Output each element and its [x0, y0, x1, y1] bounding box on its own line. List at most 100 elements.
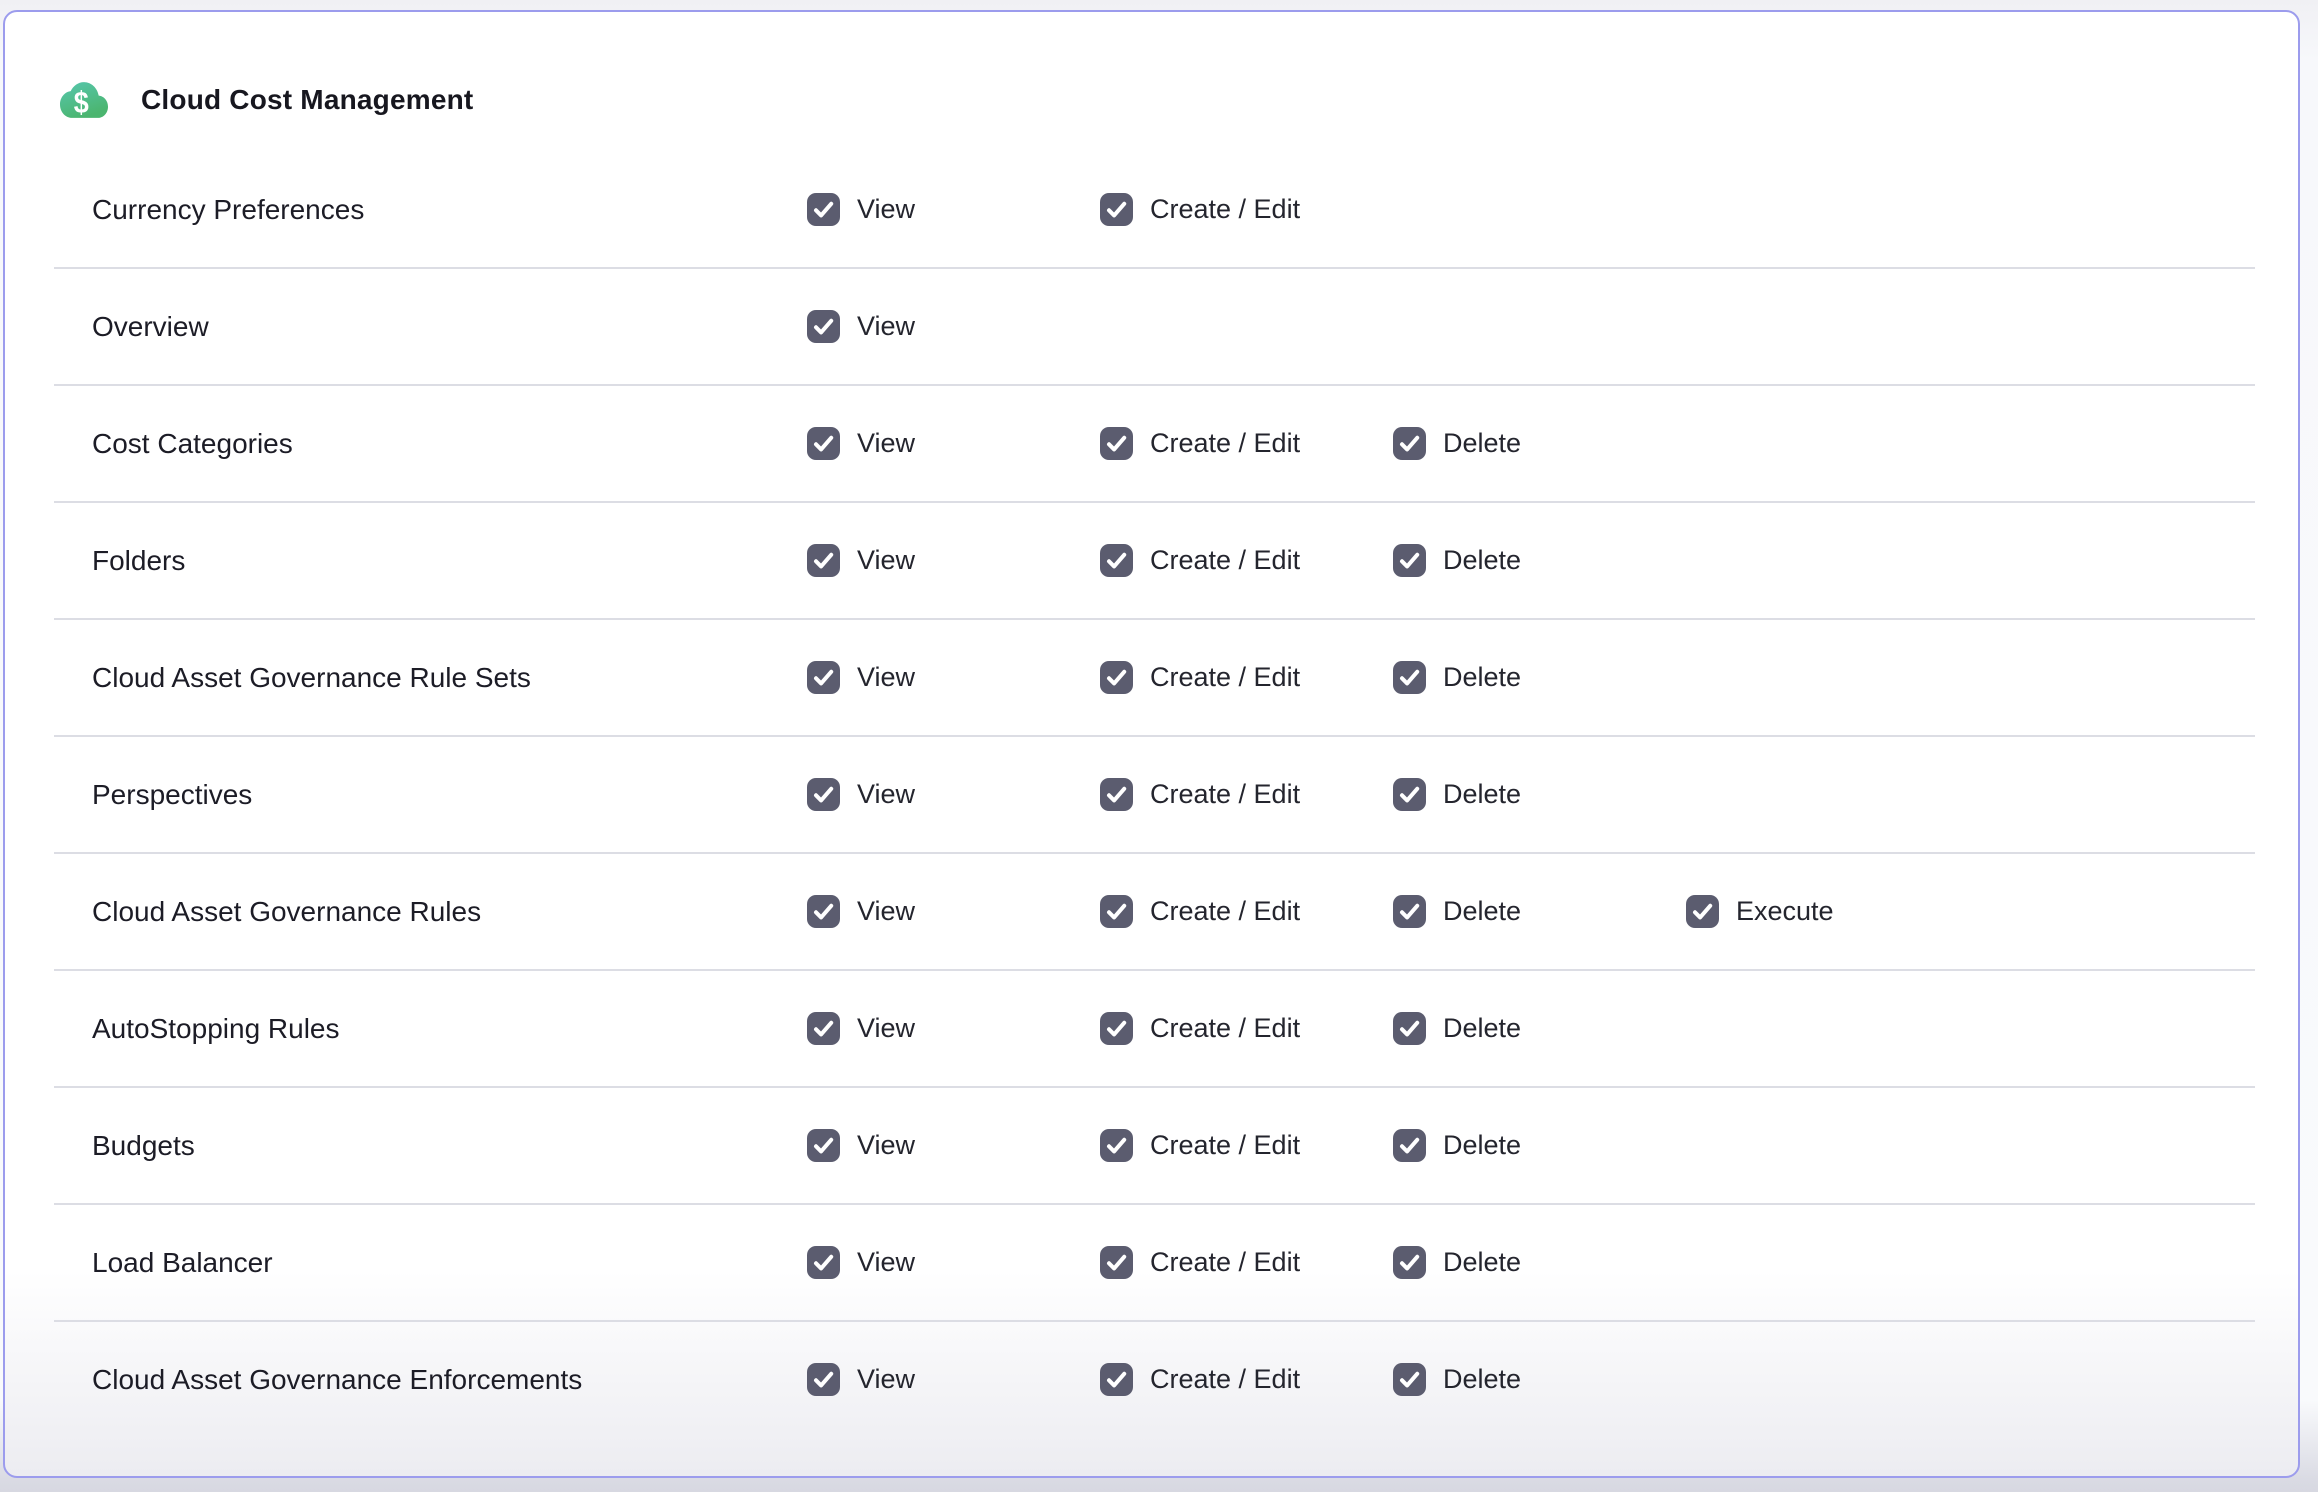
checkbox-checked-icon[interactable] — [807, 310, 840, 343]
checkbox-checked-icon[interactable] — [1393, 895, 1426, 928]
resource-label: Cloud Asset Governance Rules — [92, 896, 807, 928]
resource-label: Cost Categories — [92, 428, 807, 460]
permission-label: View — [857, 1013, 915, 1044]
permission-row: Currency PreferencesViewCreate / Edit — [54, 152, 2255, 269]
permission-create_edit-checkbox[interactable]: Create / Edit — [1100, 661, 1393, 694]
checkbox-checked-icon[interactable] — [1100, 193, 1133, 226]
permission-row: Budgets View Create / Edit Delete — [54, 1088, 2255, 1205]
permission-label: View — [857, 428, 915, 459]
checkbox-checked-icon[interactable] — [1686, 895, 1719, 928]
permission-delete-checkbox[interactable]: Delete — [1393, 778, 1686, 811]
checkbox-checked-icon[interactable] — [1100, 1012, 1133, 1045]
checkbox-checked-icon[interactable] — [807, 661, 840, 694]
permission-delete-checkbox[interactable]: Delete — [1393, 544, 1686, 577]
permission-view-checkbox[interactable]: View — [807, 778, 1100, 811]
checkbox-checked-icon[interactable] — [807, 427, 840, 460]
permission-label: Create / Edit — [1150, 1364, 1300, 1395]
checkbox-checked-icon[interactable] — [1100, 1246, 1133, 1279]
permission-row: Load Balancer View Create / Edit Delete — [54, 1205, 2255, 1322]
checkbox-checked-icon[interactable] — [807, 1363, 840, 1396]
checkbox-checked-icon[interactable] — [1393, 427, 1426, 460]
checkbox-checked-icon[interactable] — [807, 544, 840, 577]
permission-label: View — [857, 1130, 915, 1161]
permission-delete-checkbox[interactable]: Delete — [1393, 661, 1686, 694]
checkbox-checked-icon[interactable] — [807, 778, 840, 811]
checkbox-checked-icon[interactable] — [1100, 1129, 1133, 1162]
checkbox-checked-icon[interactable] — [1393, 661, 1426, 694]
checkbox-checked-icon[interactable] — [1393, 544, 1426, 577]
permission-label: View — [857, 1247, 915, 1278]
permission-rows: Currency PreferencesViewCreate / EditOve… — [54, 152, 2255, 1437]
checkbox-checked-icon[interactable] — [1393, 1246, 1426, 1279]
permission-create_edit-checkbox[interactable]: Create / Edit — [1100, 544, 1393, 577]
permission-delete-checkbox[interactable]: Delete — [1393, 895, 1686, 928]
permission-create_edit-checkbox[interactable]: Create / Edit — [1100, 1363, 1393, 1396]
checkbox-checked-icon[interactable] — [1100, 544, 1133, 577]
permission-label: Delete — [1443, 545, 1521, 576]
permission-create_edit-checkbox[interactable]: Create / Edit — [1100, 778, 1393, 811]
permission-row: Cloud Asset Governance Rule Sets View Crea… — [54, 620, 2255, 737]
checkbox-checked-icon[interactable] — [1393, 778, 1426, 811]
permission-delete-checkbox[interactable]: Delete — [1393, 1012, 1686, 1045]
permission-row: Cloud Asset Governance EnforcementsView C… — [54, 1322, 2255, 1437]
checkbox-checked-icon[interactable] — [1100, 661, 1133, 694]
permission-view-checkbox[interactable]: View — [807, 427, 1100, 460]
permission-label: Delete — [1443, 1247, 1521, 1278]
permission-delete-checkbox[interactable]: Delete — [1393, 427, 1686, 460]
permission-create_edit-checkbox[interactable]: Create / Edit — [1100, 1012, 1393, 1045]
permission-label: Delete — [1443, 1364, 1521, 1395]
permission-delete-checkbox[interactable]: Delete — [1393, 1246, 1686, 1279]
permission-view-checkbox[interactable]: View — [807, 895, 1100, 928]
permission-label: Delete — [1443, 1130, 1521, 1161]
permission-label: View — [857, 662, 915, 693]
permission-label: Execute — [1736, 896, 1834, 927]
checkbox-checked-icon[interactable] — [807, 193, 840, 226]
permission-create_edit-checkbox[interactable]: Create / Edit — [1100, 193, 1393, 226]
checkbox-checked-icon[interactable] — [1100, 895, 1133, 928]
permission-label: Delete — [1443, 1013, 1521, 1044]
permission-create_edit-checkbox[interactable]: Create / Edit — [1100, 1129, 1393, 1162]
permission-label: View — [857, 194, 915, 225]
permission-view-checkbox[interactable]: View — [807, 1012, 1100, 1045]
checkbox-checked-icon[interactable] — [1100, 427, 1133, 460]
section-header: $ Cloud Cost Management — [60, 78, 473, 122]
checkbox-checked-icon[interactable] — [1393, 1129, 1426, 1162]
permission-view-checkbox[interactable]: View — [807, 310, 1100, 343]
permission-view-checkbox[interactable]: View — [807, 1129, 1100, 1162]
permission-label: Delete — [1443, 896, 1521, 927]
resource-label: Cloud Asset Governance Enforcements — [92, 1364, 807, 1396]
permission-label: Delete — [1443, 428, 1521, 459]
checkbox-checked-icon[interactable] — [807, 1129, 840, 1162]
permission-row: PerspectivesViewCreate / EditDelete — [54, 737, 2255, 854]
checkbox-checked-icon[interactable] — [807, 1012, 840, 1045]
permission-row: FoldersViewCreate / Edit Delete — [54, 503, 2255, 620]
permission-create_edit-checkbox[interactable]: Create / Edit — [1100, 427, 1393, 460]
permission-view-checkbox[interactable]: View — [807, 193, 1100, 226]
permission-create_edit-checkbox[interactable]: Create / Edit — [1100, 895, 1393, 928]
permission-label: View — [857, 311, 915, 342]
checkbox-checked-icon[interactable] — [1100, 778, 1133, 811]
checkbox-checked-icon[interactable] — [1393, 1012, 1426, 1045]
checkbox-checked-icon[interactable] — [1100, 1363, 1133, 1396]
resource-label: AutoStopping Rules — [92, 1013, 807, 1045]
permission-execute-checkbox[interactable]: Execute — [1686, 895, 2255, 928]
checkbox-checked-icon[interactable] — [807, 1246, 840, 1279]
svg-text:$: $ — [74, 86, 89, 119]
resource-label: Budgets — [92, 1130, 807, 1162]
permission-view-checkbox[interactable]: View — [807, 1246, 1100, 1279]
permission-view-checkbox[interactable]: View — [807, 544, 1100, 577]
permission-create_edit-checkbox[interactable]: Create / Edit — [1100, 1246, 1393, 1279]
permission-row: Cost Categories View Create / Edit Delete — [54, 386, 2255, 503]
resource-label: Folders — [92, 545, 807, 577]
permission-view-checkbox[interactable]: View — [807, 661, 1100, 694]
permission-row: OverviewView — [54, 269, 2255, 386]
resource-label: Load Balancer — [92, 1247, 807, 1279]
permission-label: Create / Edit — [1150, 1130, 1300, 1161]
resource-label: Cloud Asset Governance Rule Sets — [92, 662, 807, 694]
permission-label: Create / Edit — [1150, 896, 1300, 927]
permission-delete-checkbox[interactable]: Delete — [1393, 1363, 1686, 1396]
checkbox-checked-icon[interactable] — [807, 895, 840, 928]
permission-view-checkbox[interactable]: View — [807, 1363, 1100, 1396]
permission-delete-checkbox[interactable]: Delete — [1393, 1129, 1686, 1162]
checkbox-checked-icon[interactable] — [1393, 1363, 1426, 1396]
